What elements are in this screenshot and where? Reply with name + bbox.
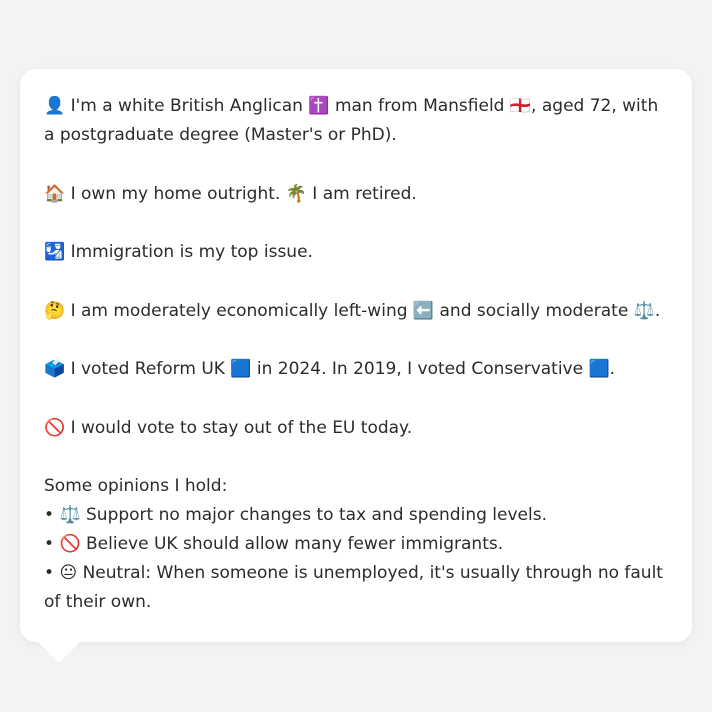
ideology-text-a: I am moderately economically left-wing	[65, 300, 413, 321]
balance-scale-icon: ⚖️	[59, 505, 81, 525]
identity-text-a: I'm a white British Anglican	[65, 96, 309, 116]
bullet: •	[44, 563, 60, 583]
palm-tree-icon: 🌴	[285, 183, 307, 204]
eu-text: I would vote to stay out of the EU today…	[65, 417, 413, 438]
person-icon: 👤	[44, 96, 66, 116]
blue-square-icon: 🟦	[230, 359, 252, 379]
issue-paragraph: 🛂 Immigration is my top issue.	[44, 238, 668, 267]
opinion-text: Believe UK should allow many fewer immig…	[80, 534, 504, 554]
ballot-box-icon: 🗳️	[44, 359, 66, 379]
neutral-face-icon: 😐	[59, 563, 78, 583]
identity-paragraph: 👤 I'm a white British Anglican ✝️ man fr…	[44, 92, 668, 150]
eu-paragraph: 🚫 I would vote to stay out of the EU tod…	[44, 414, 668, 443]
ideology-text-c: .	[654, 300, 661, 321]
ideology-text-b: and socially moderate	[434, 300, 634, 321]
prohibited-icon: 🚫	[59, 534, 81, 554]
retired-text: I am retired.	[306, 183, 417, 204]
opinion-item: • ⚖️ Support no major changes to tax and…	[44, 501, 668, 530]
vote-text-b: in 2024. In 2019, I voted Conservative	[251, 359, 589, 379]
bullet: •	[44, 534, 60, 554]
housing-paragraph: 🏠 I own my home outright. 🌴 I am retired…	[44, 180, 668, 209]
ideology-paragraph: 🤔 I am moderately economically left-wing…	[44, 297, 668, 326]
voting-paragraph: 🗳️ I voted Reform UK 🟦 in 2024. In 2019,…	[44, 355, 668, 384]
opinions-section: Some opinions I hold: • ⚖️ Support no ma…	[44, 472, 668, 617]
blue-square-icon: 🟦	[588, 359, 610, 379]
house-icon: 🏠	[44, 183, 66, 204]
message-bubble: 👤 I'm a white British Anglican ✝️ man fr…	[20, 69, 692, 642]
opinion-text: Neutral: When someone is unemployed, it'…	[44, 563, 663, 612]
identity-text-b: man from Mansfield	[329, 96, 510, 116]
bubble-tail	[38, 642, 80, 663]
passport-control-icon: 🛂	[44, 242, 66, 262]
bullet: •	[44, 505, 60, 525]
opinions-heading: Some opinions I hold:	[44, 476, 228, 496]
opinion-item: • 😐 Neutral: When someone is unemployed,…	[44, 559, 668, 617]
left-arrow-icon: ⬅️	[412, 300, 435, 321]
vote-text-a: I voted Reform UK	[65, 359, 231, 379]
issue-text: Immigration is my top issue.	[65, 242, 313, 262]
thinking-face-icon: 🤔	[44, 300, 66, 321]
england-flag-icon: 🏴󠁧󠁢󠁥󠁮󠁧󠁿	[509, 96, 532, 116]
home-text: I own my home outright.	[65, 183, 286, 204]
balance-scale-icon: ⚖️	[633, 300, 655, 321]
opinion-text: Support no major changes to tax and spen…	[80, 505, 547, 525]
opinion-item: • 🚫 Believe UK should allow many fewer i…	[44, 530, 668, 559]
prohibited-icon: 🚫	[44, 417, 66, 438]
cross-icon: ✝️	[308, 96, 330, 116]
vote-text-c: .	[609, 359, 616, 379]
